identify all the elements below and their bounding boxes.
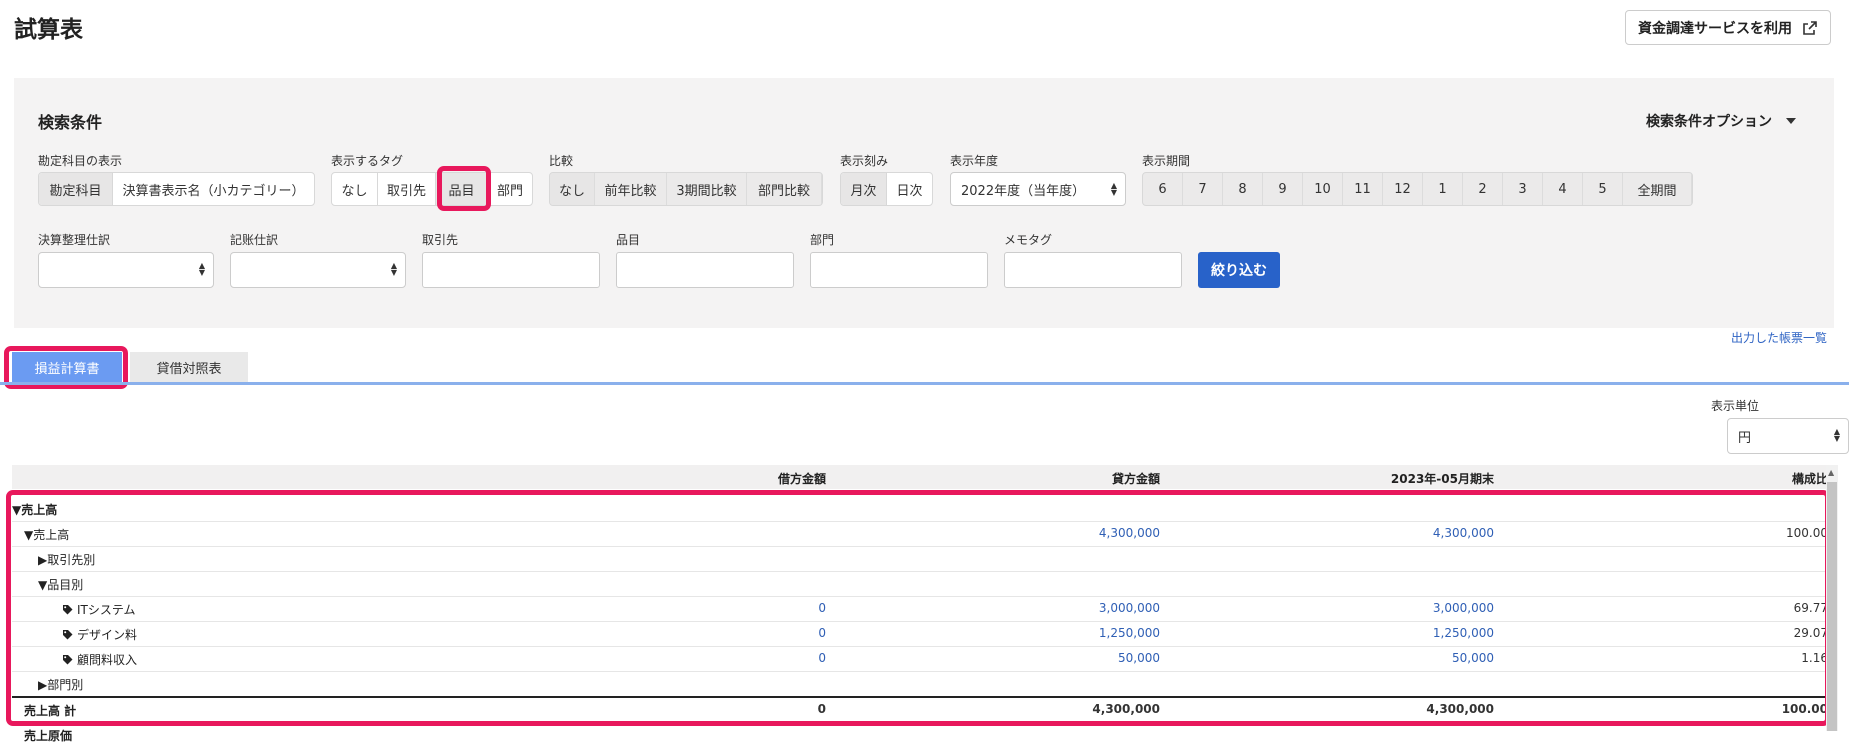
period-option[interactable]: 8 [1223, 173, 1263, 205]
unit-select[interactable]: 円 ▲ ▼ [1727, 418, 1849, 454]
period-option[interactable]: 11 [1343, 173, 1383, 205]
select-arrows-icon: ▲ ▼ [1110, 181, 1117, 197]
period-option[interactable]: 5 [1583, 173, 1623, 205]
item-tag-highlight [437, 166, 491, 211]
compare-label: 比較 [549, 154, 574, 168]
memo-tag-label: メモタグ [1004, 233, 1053, 247]
department-label: 部門 [810, 233, 835, 247]
funding-service-label: 資金調達サービスを利用 [1638, 20, 1792, 37]
compare-option-department[interactable]: 部門比較 [747, 173, 822, 205]
granularity-label: 表示刻み [840, 154, 889, 168]
period-option-all[interactable]: 全期間 [1623, 173, 1692, 205]
period-option[interactable]: 1 [1423, 173, 1463, 205]
header-debit: 借方金額 [777, 472, 826, 486]
period-label: 表示期間 [1142, 154, 1191, 168]
compare-option-3-periods[interactable]: 3期間比較 [667, 173, 747, 205]
partner-input[interactable] [422, 252, 600, 288]
item-input[interactable] [616, 252, 794, 288]
granularity-option-daily[interactable]: 日次 [887, 173, 932, 205]
period-option[interactable]: 6 [1143, 173, 1183, 205]
scroll-up-icon[interactable]: ▲ [1828, 468, 1834, 477]
tags-label: 表示するタグ [331, 154, 404, 168]
output-reports-link[interactable]: 出力した帳票一覧 [1731, 329, 1827, 346]
account-display-toggle: 勘定科目 決算書表示名（小カテゴリー） [38, 172, 315, 206]
header-period-end: 2023年-05月期末 [1390, 472, 1494, 486]
caret-down-icon [1786, 118, 1796, 124]
period-option[interactable]: 12 [1383, 173, 1423, 205]
tab-underline [0, 382, 1849, 385]
granularity-option-monthly[interactable]: 月次 [841, 173, 887, 205]
period-option[interactable]: 7 [1183, 173, 1223, 205]
select-arrows-icon: ▲ ▼ [198, 261, 205, 277]
filter-submit-button[interactable]: 絞り込む [1198, 252, 1280, 288]
fiscal-year-select[interactable]: 2022年度（当年度） ▲ ▼ [950, 172, 1126, 206]
unit-value: 円 [1738, 430, 1752, 446]
compare-option-prev-year[interactable]: 前年比較 [595, 173, 667, 205]
header-credit: 貸方金額 [1111, 472, 1160, 486]
account-display-label: 勘定科目の表示 [38, 154, 123, 168]
fiscal-year-label: 表示年度 [950, 154, 999, 168]
tab-balance-sheet[interactable]: 貸借対照表 [130, 352, 248, 382]
closing-entries-select[interactable]: ▲ ▼ [38, 252, 214, 288]
table-scrollbar-thumb[interactable] [1827, 482, 1837, 731]
select-arrows-icon: ▲ ▼ [1833, 427, 1840, 443]
header-ratio: 構成比 [1791, 472, 1828, 486]
external-link-icon [1803, 20, 1817, 35]
fiscal-year-value: 2022年度（当年度） [961, 183, 1086, 199]
table-header: 借方金額 貸方金額 2023年-05月期末 構成比 [12, 465, 1836, 489]
memo-entries-label: 記账仕訳 [230, 233, 279, 247]
select-arrows-icon: ▲ ▼ [390, 261, 397, 277]
tag-option-department[interactable]: 部門 [488, 173, 532, 205]
period-option[interactable]: 10 [1303, 173, 1343, 205]
search-title: 検索条件 [38, 113, 103, 132]
account-display-option[interactable]: 勘定科目 [39, 173, 113, 205]
partner-label: 取引先 [422, 233, 459, 247]
search-options-toggle[interactable]: 検索条件オプション [1646, 111, 1796, 131]
department-input[interactable] [810, 252, 988, 288]
period-option[interactable]: 2 [1463, 173, 1503, 205]
granularity-toggle: 月次 日次 [840, 172, 933, 206]
closing-entries-label: 決算整理仕訳 [38, 233, 111, 247]
tag-option-partner[interactable]: 取引先 [378, 173, 436, 205]
compare-toggle: なし 前年比較 3期間比較 部門比較 [549, 172, 823, 206]
tag-option-none[interactable]: なし [332, 173, 378, 205]
funding-service-button[interactable]: 資金調達サービスを利用 [1625, 10, 1831, 45]
item-label: 品目 [616, 233, 641, 247]
page-title: 試算表 [14, 17, 83, 43]
period-option[interactable]: 9 [1263, 173, 1303, 205]
compare-option-none[interactable]: なし [550, 173, 595, 205]
unit-label: 表示単位 [1711, 399, 1760, 413]
memo-tag-input[interactable] [1004, 252, 1182, 288]
sales-block-highlight [6, 490, 1830, 726]
tags-toggle: なし 取引先 品目 部門 [331, 172, 533, 206]
search-options-label: 検索条件オプション [1646, 114, 1772, 130]
memo-entries-select[interactable]: ▲ ▼ [230, 252, 406, 288]
period-toggle: 6 7 8 9 10 11 12 1 2 3 4 5 全期間 [1142, 172, 1693, 206]
account-display-option[interactable]: 決算書表示名（小カテゴリー） [113, 173, 314, 205]
row-label: 売上原価 [24, 729, 73, 743]
period-option[interactable]: 4 [1543, 173, 1583, 205]
period-option[interactable]: 3 [1503, 173, 1543, 205]
